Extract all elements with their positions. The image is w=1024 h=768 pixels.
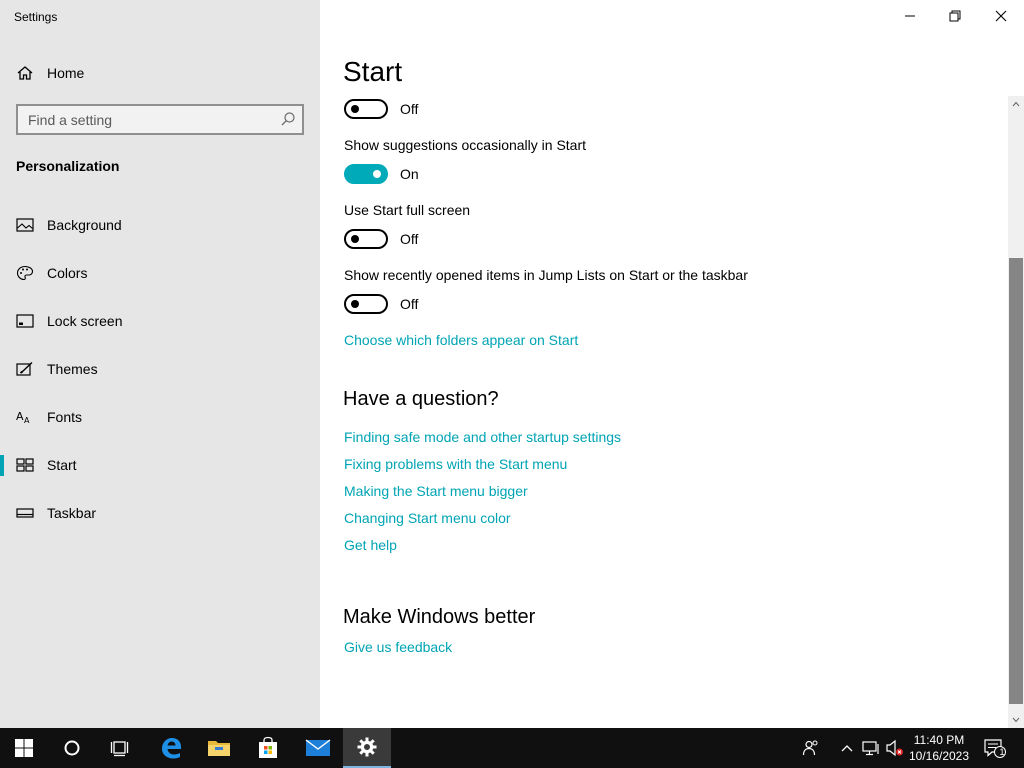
taskbar: 11:40 PM 10/16/2023 1 <box>0 728 1024 768</box>
sidebar-item-colors[interactable]: Colors <box>0 253 320 293</box>
sidebar-item-label: Background <box>47 217 122 233</box>
start-button[interactable] <box>0 728 48 768</box>
edge-button[interactable] <box>147 728 195 768</box>
help-link-safe-mode[interactable]: Finding safe mode and other startup sett… <box>344 429 621 445</box>
toggle-switch-full-screen[interactable] <box>344 229 388 249</box>
sidebar-item-label: Colors <box>47 265 88 281</box>
sidebar-item-background[interactable]: Background <box>0 205 320 245</box>
sidebar-item-label: Lock screen <box>47 313 123 329</box>
toggle-switch-suggestions[interactable] <box>344 164 388 184</box>
sidebar-item-label: Fonts <box>47 409 83 425</box>
task-view-icon <box>110 741 129 757</box>
close-icon <box>995 10 1007 22</box>
toggle-knob <box>351 300 359 308</box>
toggle-state-label: Off <box>400 101 419 117</box>
toggle-knob <box>351 105 359 113</box>
sidebar-item-label: Taskbar <box>47 505 97 521</box>
sidebar-item-label: Themes <box>47 361 98 377</box>
volume-muted-icon[interactable] <box>885 738 905 758</box>
scroll-thumb[interactable] <box>1009 258 1023 704</box>
give-feedback-link[interactable]: Give us feedback <box>344 639 452 655</box>
fonts-icon: AA <box>16 409 34 425</box>
sidebar-item-themes[interactable]: Themes <box>0 349 320 389</box>
mail-icon <box>305 739 331 756</box>
help-link-start-bigger[interactable]: Making the Start menu bigger <box>344 483 528 499</box>
notifications-icon[interactable]: 1 <box>983 738 1007 758</box>
sidebar-item-start[interactable]: Start <box>0 445 320 485</box>
sidebar: Settings Home Personalization Background… <box>0 0 320 728</box>
gear-icon <box>357 737 377 757</box>
chevron-up-icon[interactable] <box>837 738 857 758</box>
sidebar-item-taskbar[interactable]: Taskbar <box>0 493 320 533</box>
toggle-switch[interactable] <box>344 99 388 119</box>
toggle-state-label: Off <box>400 296 419 312</box>
restore-icon <box>949 10 961 22</box>
mail-button[interactable] <box>294 728 342 768</box>
windows-logo-icon <box>15 739 33 757</box>
chevron-down-icon <box>1012 717 1020 723</box>
chevron-up-icon <box>1012 101 1020 107</box>
themes-icon <box>16 361 34 377</box>
store-button[interactable] <box>244 728 292 768</box>
choose-folders-link[interactable]: Choose which folders appear on Start <box>344 332 578 348</box>
start-icon <box>16 457 34 473</box>
make-windows-better-heading: Make Windows better <box>343 606 536 628</box>
minimize-icon <box>905 15 915 17</box>
toggle-state-label: Off <box>400 231 419 247</box>
taskbar-icon <box>16 505 34 521</box>
edge-icon <box>162 738 181 759</box>
clock[interactable]: 11:40 PM 10/16/2023 <box>904 732 974 764</box>
toggle-switch-jump-lists[interactable] <box>344 294 388 314</box>
folder-icon <box>208 741 230 756</box>
sidebar-item-lock-screen[interactable]: Lock screen <box>0 301 320 341</box>
setting-label-jump-lists: Show recently opened items in Jump Lists… <box>344 267 748 283</box>
toggle-knob <box>351 235 359 243</box>
store-icon <box>259 736 277 758</box>
notification-count-badge: 1 <box>999 747 1005 757</box>
file-explorer-button[interactable] <box>195 728 243 768</box>
question-heading: Have a question? <box>343 388 499 410</box>
setting-label-suggestions: Show suggestions occasionally in Start <box>344 137 587 153</box>
app-title: Settings <box>14 10 58 24</box>
scroll-up-button[interactable] <box>1008 96 1024 112</box>
lock-screen-icon <box>16 313 34 329</box>
home-icon <box>16 65 34 81</box>
vertical-scrollbar[interactable] <box>1008 96 1024 728</box>
svg-text:A: A <box>24 416 30 425</box>
toggle-state-label: On <box>400 166 419 182</box>
search-input[interactable] <box>18 106 268 133</box>
cortana-circle-icon <box>64 740 80 756</box>
search-button[interactable] <box>48 728 96 768</box>
clock-date: 10/16/2023 <box>908 749 970 763</box>
toggle-knob <box>373 170 381 178</box>
sidebar-item-home[interactable]: Home <box>0 60 320 86</box>
page-title: Start <box>343 56 403 87</box>
search-box <box>16 104 304 135</box>
task-view-button[interactable] <box>96 728 144 768</box>
help-link-start-color[interactable]: Changing Start menu color <box>344 510 511 526</box>
sidebar-item-fonts[interactable]: AA Fonts <box>0 397 320 437</box>
svg-text:A: A <box>16 410 24 423</box>
help-link-fixing-start[interactable]: Fixing problems with the Start menu <box>344 456 567 472</box>
palette-icon <box>16 265 34 281</box>
sidebar-item-label: Start <box>47 457 77 473</box>
search-icon[interactable] <box>280 111 296 127</box>
settings-app-button[interactable] <box>343 728 391 768</box>
sidebar-item-label: Home <box>47 65 85 81</box>
restore-button[interactable] <box>932 0 978 32</box>
scroll-down-button[interactable] <box>1008 712 1024 728</box>
people-icon[interactable] <box>801 738 821 758</box>
clock-time: 11:40 PM <box>913 733 965 747</box>
setting-label-full-screen: Use Start full screen <box>344 202 471 218</box>
get-help-link[interactable]: Get help <box>344 537 397 553</box>
network-icon[interactable] <box>861 738 881 758</box>
section-label: Personalization <box>16 158 120 174</box>
minimize-button[interactable] <box>887 0 933 32</box>
close-button[interactable] <box>978 0 1024 32</box>
picture-icon <box>16 217 34 233</box>
